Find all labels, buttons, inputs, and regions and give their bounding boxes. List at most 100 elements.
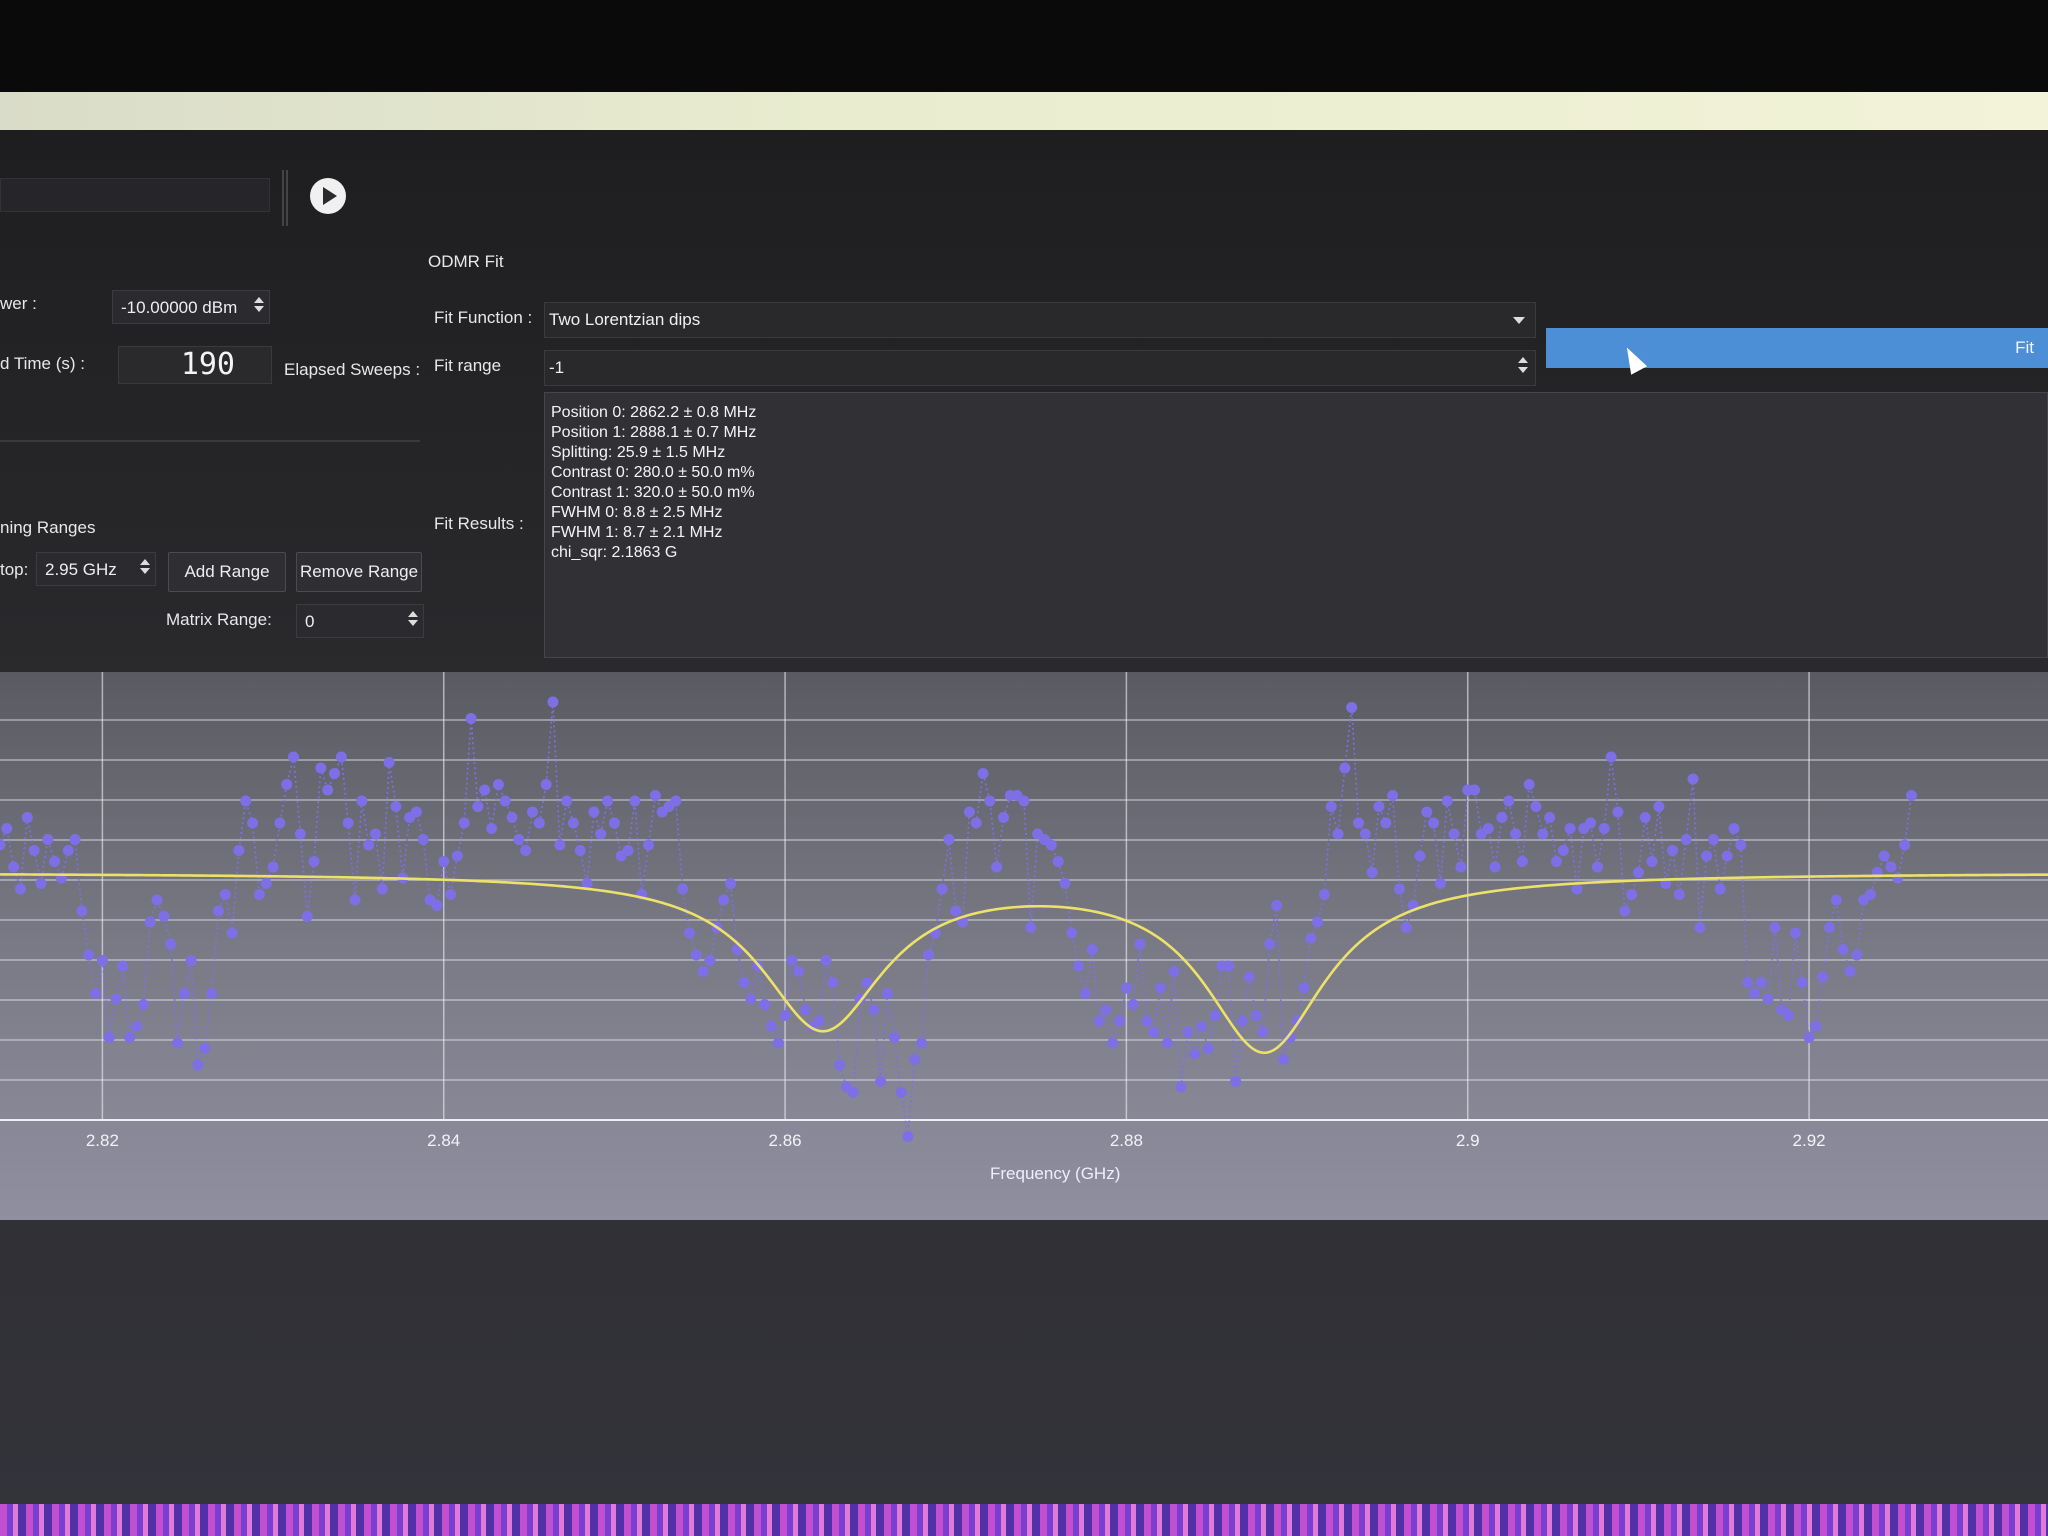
data-point: [622, 845, 634, 856]
data-point: [1421, 806, 1433, 818]
data-point: [1851, 949, 1863, 961]
play-icon[interactable]: [310, 178, 346, 214]
fit-range-label: Fit range: [434, 356, 502, 375]
data-point: [144, 916, 156, 928]
data-point: [1714, 883, 1726, 895]
matrix-range-spinbox[interactable]: 0: [296, 604, 424, 638]
data-point: [117, 960, 129, 972]
data-point: [608, 817, 620, 829]
matrix-range-label: Matrix Range:: [166, 610, 272, 629]
data-point: [629, 795, 641, 807]
spin-arrows-icon[interactable]: [139, 556, 151, 582]
data-point: [1114, 1015, 1126, 1027]
data-point: [1899, 839, 1911, 851]
data-point: [881, 988, 893, 999]
data-point: [1482, 823, 1494, 834]
data-point: [991, 861, 1003, 873]
elapsed-sweeps-label: Elapsed Sweeps :: [284, 360, 421, 379]
data-point: [1025, 922, 1037, 933]
data-point: [1346, 702, 1358, 713]
data-point: [410, 806, 422, 818]
data-point: [1018, 795, 1030, 807]
fit-result-line: FWHM 0: 8.8 ± 2.5 MHz: [551, 504, 723, 521]
data-point: [335, 751, 347, 763]
data-point: [1824, 922, 1836, 933]
data-point: [963, 806, 975, 818]
data-point: [1339, 762, 1351, 774]
fit-range-spinbox[interactable]: -1: [544, 350, 1536, 386]
power-spinbox[interactable]: -10.00000 dBm: [112, 290, 270, 324]
data-point: [137, 999, 149, 1010]
data-point: [827, 977, 839, 988]
data-point: [1605, 751, 1617, 763]
data-point: [8, 861, 20, 873]
data-point: [226, 927, 238, 939]
spin-arrows-icon[interactable]: [253, 294, 265, 320]
data-point: [540, 779, 552, 790]
data-point: [1837, 944, 1849, 955]
data-point: [533, 817, 545, 829]
data-point: [212, 905, 224, 917]
data-point: [158, 911, 170, 922]
data-point: [1182, 1026, 1194, 1038]
fit-results-box[interactable]: Position 0: 2862.2 ± 0.8 MHz Position 1:…: [544, 392, 2048, 658]
data-point: [506, 812, 518, 823]
data-point: [499, 795, 511, 807]
stop-label: top:: [0, 560, 29, 579]
monitor-bezel: [0, 0, 2048, 96]
data-point: [895, 1087, 907, 1098]
spin-arrows-icon[interactable]: [407, 608, 419, 634]
data-point: [1646, 856, 1658, 867]
data-point: [875, 1076, 887, 1087]
fit-function-combo[interactable]: Two Lorentzian dips: [544, 302, 1536, 338]
data-point: [1052, 856, 1064, 867]
data-point: [759, 999, 771, 1010]
stop-spinbox[interactable]: 2.95 GHz: [36, 552, 156, 586]
data-point: [383, 757, 395, 768]
data-point: [970, 817, 982, 829]
data-point: [943, 834, 955, 845]
data-point: [342, 817, 354, 829]
data-point: [813, 1015, 825, 1027]
data-point: [1107, 1037, 1119, 1049]
data-point: [1653, 801, 1665, 812]
data-point: [124, 1032, 136, 1043]
data-point: [916, 1037, 928, 1049]
data-point: [1892, 872, 1904, 884]
spin-arrows-icon[interactable]: [1517, 353, 1529, 383]
data-point: [35, 878, 47, 889]
screen-edge: [0, 1504, 2048, 1536]
data-point: [96, 955, 108, 966]
x-tick-label: 2.84: [427, 1131, 460, 1150]
odmr-plot[interactable]: 2.82 2.84 2.86 2.88 2.9 2.92: [0, 672, 2048, 1220]
data-point: [1257, 1026, 1269, 1038]
data-point: [704, 955, 716, 966]
data-point: [1448, 828, 1460, 840]
data-point: [683, 927, 695, 939]
data-point: [1312, 916, 1324, 928]
data-point: [950, 905, 962, 917]
data-point: [677, 883, 689, 895]
data-point: [1066, 927, 1078, 939]
fit-button[interactable]: Fit: [1546, 328, 2048, 368]
data-point: [738, 977, 750, 988]
x-tick-label: 2.92: [1793, 1131, 1826, 1150]
data-point: [1380, 817, 1392, 829]
data-point: [1591, 861, 1603, 873]
data-point: [288, 751, 300, 763]
data-point: [902, 1131, 914, 1142]
data-point: [1223, 960, 1235, 972]
data-point: [1175, 1081, 1187, 1093]
data-point: [1353, 817, 1365, 829]
data-point: [1619, 905, 1631, 917]
data-point: [1093, 1015, 1105, 1027]
data-point: [1830, 894, 1842, 906]
remove-range-button[interactable]: Remove Range: [296, 552, 422, 592]
toolbar-splitter[interactable]: [282, 170, 288, 226]
data-point: [1503, 795, 1515, 807]
add-range-button[interactable]: Add Range: [168, 552, 286, 592]
data-point: [1489, 861, 1501, 873]
data-point: [779, 1010, 791, 1021]
data-point: [1803, 1032, 1815, 1043]
data-point: [171, 1037, 183, 1049]
